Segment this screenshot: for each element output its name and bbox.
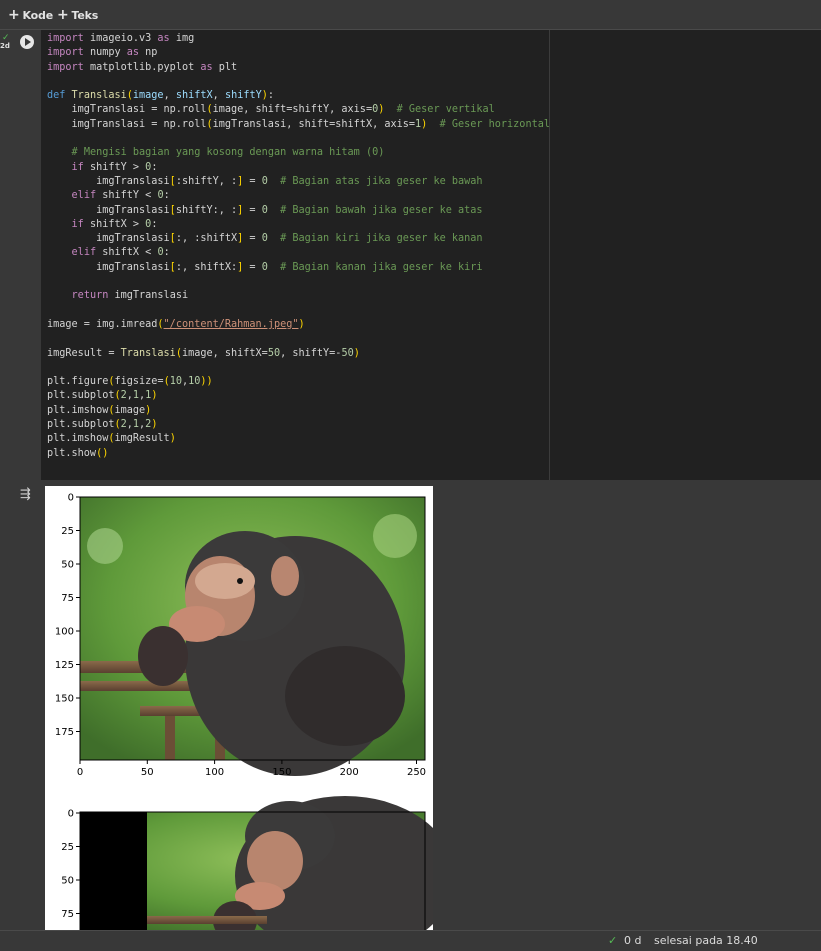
y-tick-label: 75 — [61, 593, 74, 604]
y-tick-label: 25 — [61, 526, 74, 537]
y-tick-label: 150 — [55, 694, 74, 705]
y-tick-label: 175 — [55, 727, 74, 738]
x-tick-label: 200 — [340, 767, 359, 778]
plus-icon: + — [8, 7, 20, 23]
add-text-button[interactable]: + Teks — [57, 6, 98, 24]
y-tick-label: 25 — [61, 842, 74, 853]
y-tick-label: 100 — [55, 627, 74, 638]
x-tick-label: 0 — [77, 767, 83, 778]
status-check-icon: ✓ — [608, 934, 618, 947]
add-text-label: Teks — [71, 8, 99, 22]
x-tick-label: 150 — [272, 767, 291, 778]
plot1-y-axis: 0 25 50 75 100 125 150 175 — [55, 493, 80, 738]
add-code-label: Kode — [22, 8, 54, 22]
status-duration: 0 d — [624, 934, 642, 947]
x-tick-label: 50 — [141, 767, 154, 778]
run-cell-button[interactable] — [20, 35, 34, 49]
original-image — [80, 497, 425, 776]
add-code-button[interactable]: + Kode — [8, 6, 53, 24]
cell-execution-count: 2d — [0, 42, 10, 50]
status-bar: ✓ 0 d selesai pada 18.40 — [0, 930, 821, 951]
y-tick-label: 50 — [61, 876, 74, 887]
cell-gutter: ✓ 2d — [0, 30, 40, 930]
notebook-toolbar: + Kode + Teks — [0, 0, 821, 30]
code-content[interactable]: import imageio.v3 as img import numpy as… — [47, 32, 550, 461]
y-tick-label: 50 — [61, 560, 74, 571]
plot-output: 0 25 50 75 100 125 150 175 0 50 100 150 200 250 0 25 5… — [45, 486, 433, 930]
y-tick-label: 125 — [55, 660, 74, 671]
plot-svg: 0 25 50 75 100 125 150 175 0 50 100 150 200 250 0 25 5… — [55, 493, 433, 930]
x-tick-label: 250 — [407, 767, 426, 778]
plus-icon: + — [57, 7, 69, 23]
y-tick-label: 0 — [68, 493, 74, 504]
plot2-y-axis: 0 25 50 75 — [61, 809, 80, 920]
output-toggle-icon[interactable]: ⇶ — [20, 487, 31, 502]
code-editor[interactable]: import imageio.v3 as img import numpy as… — [41, 30, 821, 480]
status-finished-time: selesai pada 18.40 — [654, 934, 758, 947]
translated-image — [80, 796, 433, 930]
y-tick-label: 0 — [68, 809, 74, 820]
y-tick-label: 75 — [61, 909, 74, 920]
x-tick-label: 100 — [205, 767, 224, 778]
